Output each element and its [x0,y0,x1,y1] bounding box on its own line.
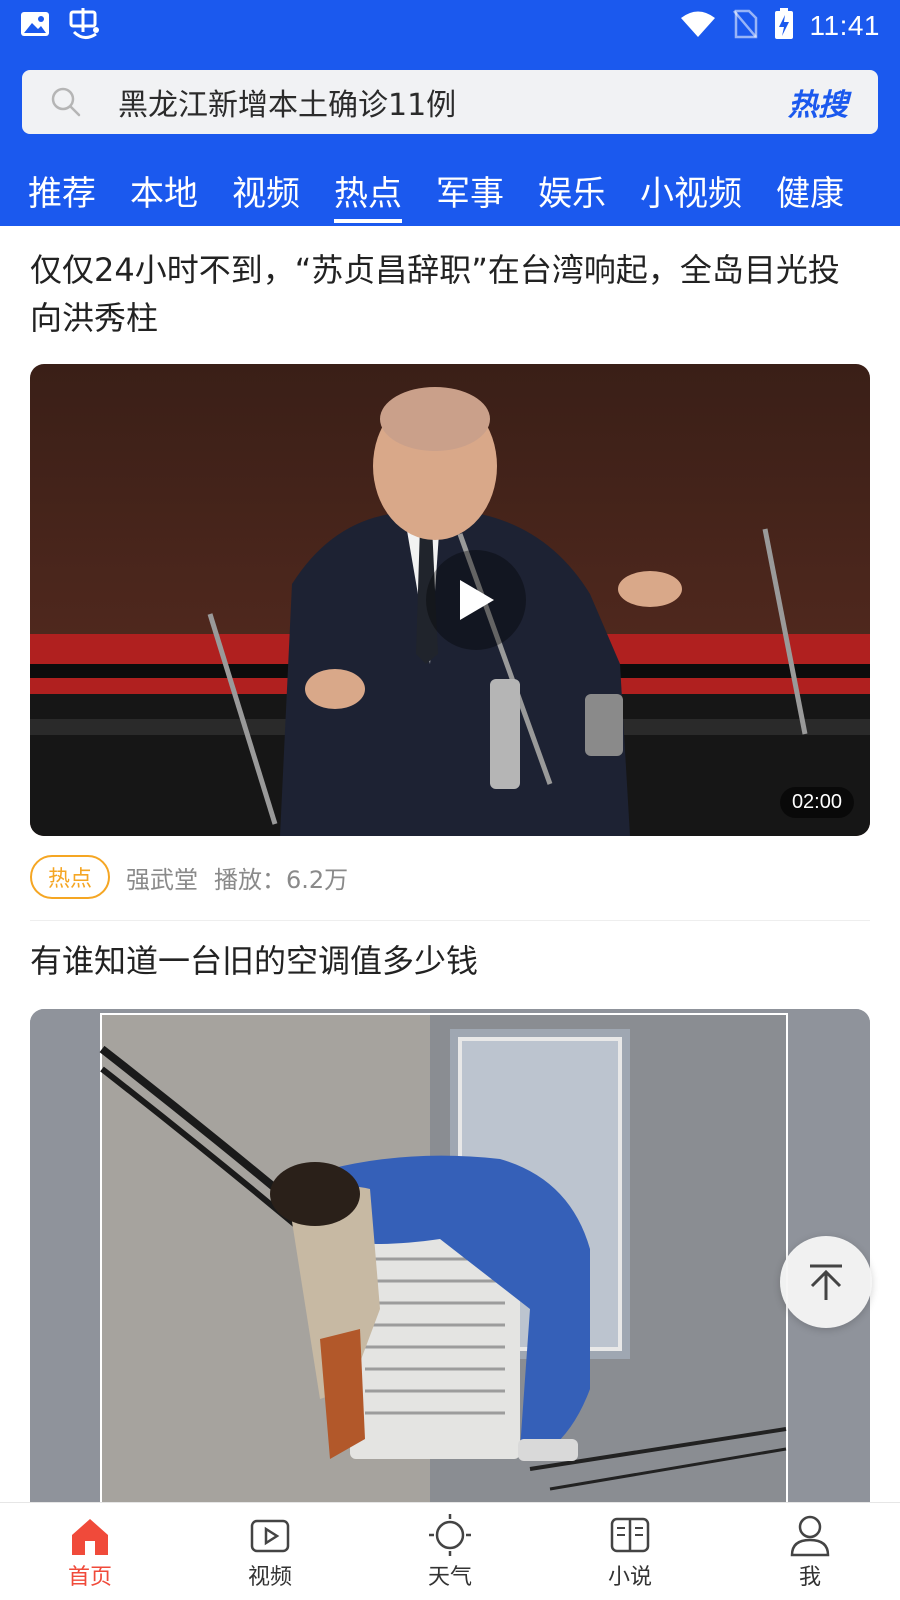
news-app: 11:41 黑龙江新增本土确诊11例 热搜 推荐 本地 视频 热点 军事 娱乐 … [0,0,900,1600]
feed-item-image[interactable]: 有谁知道一台旧的空调值多少钱 [0,921,900,1529]
tab-hot[interactable]: 热点 [334,156,402,224]
nav-label: 天气 [427,1564,472,1590]
tab-entertainment[interactable]: 娱乐 [538,156,606,224]
article-image[interactable] [30,1009,870,1529]
video-duration: 02:00 [779,787,854,818]
status-bar: 11:41 [0,0,900,52]
tab-video[interactable]: 视频 [232,156,300,224]
tab-military[interactable]: 军事 [436,156,504,224]
article-meta: 热点 强武堂 播放：6.2万 [30,842,870,912]
nav-label: 小说 [607,1564,652,1590]
play-button[interactable] [426,550,526,650]
status-time: 11:41 [809,10,880,41]
play-icon [460,580,494,620]
play-count: 播放：6.2万 [214,865,349,894]
image-icon [20,10,50,42]
nav-label: 首页 [67,1564,112,1590]
video-thumbnail[interactable]: 02:00 [30,364,870,836]
nav-label: 我 [798,1564,821,1590]
bottom-nav: 首页 视频 天气 小说 我 [0,1502,900,1600]
channel-tabs: 推荐 本地 视频 热点 军事 娱乐 小视频 健康 [0,156,900,226]
hot-tag-badge: 热点 [30,855,111,899]
wifi-icon [680,10,716,42]
no-sim-icon [732,9,758,43]
search-query-text: 黑龙江新增本土确诊11例 [118,88,457,123]
article-image-content [30,1009,870,1529]
user-icon [790,1515,830,1556]
news-feed: 仅仅24小时不到，“苏贞昌辞职”在台湾响起，全岛目光投向洪秀柱 02:00 热点… [0,226,900,1529]
article-title[interactable]: 有谁知道一台旧的空调值多少钱 [30,921,870,985]
hot-search-button[interactable]: 热搜 [788,80,848,124]
feed-item-video[interactable]: 仅仅24小时不到，“苏贞昌辞职”在台湾响起，全岛目光投向洪秀柱 02:00 热点… [0,226,900,912]
tab-short-video[interactable]: 小视频 [640,156,742,224]
search-icon [22,86,82,118]
nav-me[interactable]: 我 [720,1513,900,1591]
tab-local[interactable]: 本地 [130,156,198,224]
app-logo [66,6,102,47]
nav-novel[interactable]: 小说 [540,1513,720,1591]
tab-recommend[interactable]: 推荐 [28,156,96,224]
article-title[interactable]: 仅仅24小时不到，“苏贞昌辞职”在台湾响起，全岛目光投向洪秀柱 [30,226,870,342]
home-icon [72,1518,108,1555]
back-to-top-button[interactable] [780,1236,872,1328]
nav-home[interactable]: 首页 [0,1513,180,1591]
nav-label: 视频 [247,1564,292,1590]
book-icon [610,1517,650,1552]
article-source[interactable]: 强武堂 [126,860,198,895]
search-input[interactable]: 黑龙江新增本土确诊11例 热搜 [22,70,878,134]
tab-health[interactable]: 健康 [776,156,844,224]
nav-video[interactable]: 视频 [180,1513,360,1591]
arrow-up-icon [810,1264,842,1300]
weather-sun-icon [429,1513,471,1556]
battery-charging-icon [774,8,794,44]
search-header: 黑龙江新增本土确诊11例 热搜 [0,52,900,156]
nav-weather[interactable]: 天气 [360,1513,540,1591]
video-icon [250,1519,290,1552]
